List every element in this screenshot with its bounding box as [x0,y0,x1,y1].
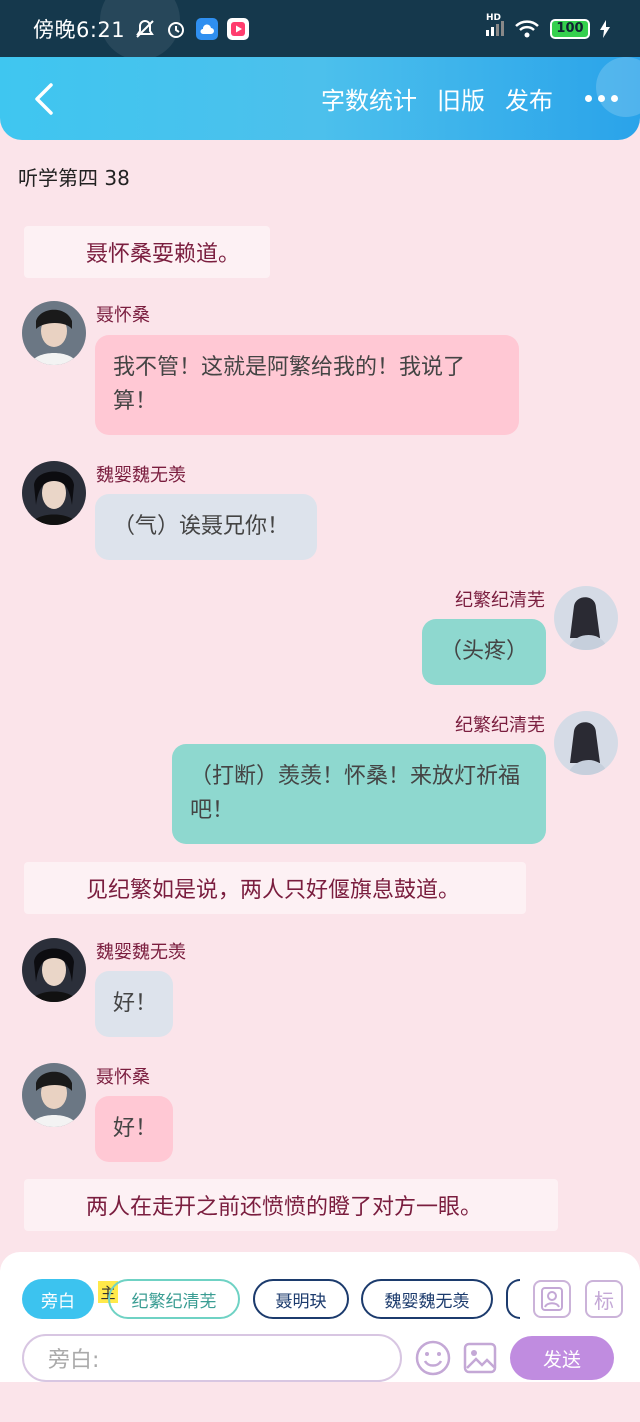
bell-off-icon [134,18,156,40]
old-version-button[interactable]: 旧版 [437,81,485,116]
message-text: 我不管！这就是阿繁给我的！我说了算！ [113,355,466,414]
avatar[interactable] [22,301,86,365]
message-bubble[interactable]: （头疼） [422,619,546,685]
message-input[interactable]: 旁白: [22,1334,402,1382]
message-text: 好！ [113,1116,158,1141]
narration-block[interactable]: 见纪繁如是说，两人只好偃旗息鼓道。 [24,862,526,914]
more-dot-icon [611,95,618,102]
input-placeholder: 旁白: [48,1348,100,1373]
narration-block[interactable]: 聂怀桑耍赖道。 [24,226,270,278]
battery-indicator: 100 [550,18,590,39]
wifi-icon [514,19,540,39]
status-bar: 傍晚6:21 HD 100 [0,0,640,57]
avatar-ji-fan-image [554,586,618,650]
publish-button[interactable]: 发布 [505,81,553,116]
avatar[interactable] [22,1063,86,1127]
avatar[interactable] [554,711,618,775]
speaker-name: 魏婴魏无羡 [96,942,186,963]
charging-icon [600,19,610,38]
narration-block[interactable]: 两人在走开之前还愤愤的瞪了对方一眼。 [24,1179,558,1231]
video-app-icon [227,17,250,40]
speaker-name: 纪繁纪清芜 [455,715,545,736]
avatar-wei-ying-image [22,461,86,525]
speaker-name: 魏婴魏无羡 [96,465,186,486]
avatar-nie-huaisang-image [22,1063,86,1127]
message-bubble[interactable]: （打断）羡羡！怀桑！来放灯祈福吧！ [172,744,546,844]
message-bubble[interactable]: 我不管！这就是阿繁给我的！我说了算！ [95,335,519,435]
emoji-button[interactable] [414,1339,452,1381]
role-chip-wei-ying[interactable]: 魏婴魏无羡 [361,1279,493,1319]
message-text: （打断）羡羡！怀桑！来放灯祈福吧！ [190,764,521,823]
narration-text: 见纪繁如是说，两人只好偃旗息鼓道。 [86,878,461,903]
speaker-name: 纪繁纪清芜 [455,590,545,611]
image-button[interactable] [462,1340,498,1380]
message-bubble[interactable]: 好！ [95,971,173,1037]
more-dot-icon [598,95,605,102]
user-card-icon [541,1287,563,1311]
smiley-icon [415,1340,451,1376]
role-chip-nie-mingjue[interactable]: 聂明玦 [253,1279,349,1319]
status-time: 傍晚6:21 [33,17,126,42]
narration-text: 两人在走开之前还愤愤的瞪了对方一眼。 [86,1195,483,1220]
avatar-nie-huaisang-image [22,301,86,365]
message-text: （气）诶聂兄你！ [113,514,290,539]
avatar-ji-fan-image [554,711,618,775]
cloud-app-icon [196,17,219,40]
signal-icon: HD [486,13,504,36]
back-button[interactable] [22,74,66,124]
image-icon [463,1342,497,1374]
avatar-wei-ying-image [22,938,86,1002]
chevron-left-icon [35,82,53,115]
speaker-name: 聂怀桑 [96,305,150,326]
alarm-icon [165,18,187,40]
message-bubble[interactable]: 好！ [95,1096,173,1162]
role-chip-partial[interactable] [506,1279,520,1319]
avatar[interactable] [554,586,618,650]
message-text: 好！ [113,991,158,1016]
send-button[interactable]: 发送 [510,1336,614,1380]
narration-text: 聂怀桑耍赖道。 [86,242,241,267]
more-menu-button[interactable] [573,95,618,102]
bottom-strip [0,1382,640,1422]
chapter-title: 听学第四 38 [18,166,130,190]
speaker-name: 聂怀桑 [96,1067,150,1088]
avatar[interactable] [22,461,86,525]
message-text: （头疼） [440,639,529,664]
role-chip-narrator[interactable]: 旁白 [22,1279,94,1319]
role-chip-ji-fan[interactable]: 纪繁纪清芜 [108,1279,240,1319]
app-header: 字数统计 旧版 发布 [0,57,640,140]
avatar[interactable] [22,938,86,1002]
word-count-button[interactable]: 字数统计 [321,81,417,116]
mark-button[interactable]: 标 [585,1280,623,1318]
manage-roles-button[interactable] [533,1280,571,1318]
more-dot-icon [585,95,592,102]
message-bubble[interactable]: （气）诶聂兄你！ [95,494,317,560]
hd-label: HD [486,13,502,23]
